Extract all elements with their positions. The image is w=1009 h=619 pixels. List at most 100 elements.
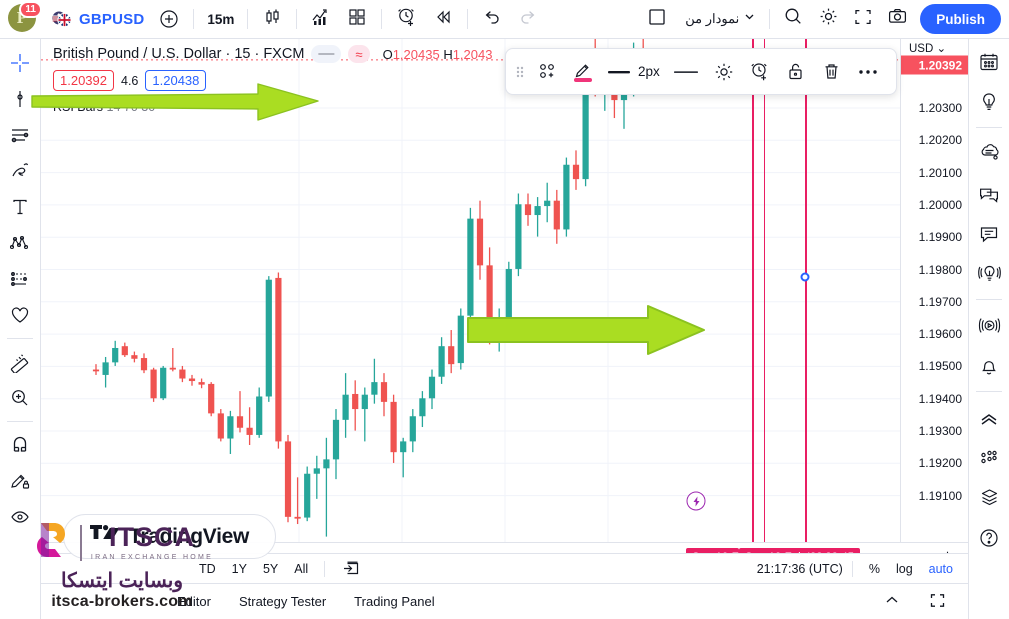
price-tick: 1.20200 xyxy=(918,133,962,148)
indicators-button[interactable] xyxy=(304,4,338,34)
lock-drawings-tool[interactable] xyxy=(4,464,37,497)
prediction-tool[interactable] xyxy=(4,262,37,295)
candle-body xyxy=(294,516,301,519)
magnet-tool[interactable] xyxy=(4,428,37,461)
undo-button[interactable] xyxy=(475,4,509,34)
vertical-line-handle[interactable] xyxy=(800,272,810,282)
symbol-search-button[interactable]: GBPUSD xyxy=(46,4,150,34)
pencil-color-icon[interactable] xyxy=(566,55,600,89)
candle-body xyxy=(361,394,368,410)
camera-icon xyxy=(887,6,908,32)
publish-label: Publish xyxy=(936,11,985,27)
notes-icon[interactable] xyxy=(973,217,1006,250)
bar-replay-button[interactable] xyxy=(426,4,460,34)
candle-body xyxy=(198,382,205,385)
price-tick: 1.19900 xyxy=(918,230,962,245)
panel-fullscreen-button[interactable] xyxy=(917,589,958,615)
scale-button-log[interactable]: log xyxy=(889,558,920,580)
cursor-crosshair-tool[interactable] xyxy=(4,46,37,79)
redo-button[interactable] xyxy=(511,4,545,34)
search-button[interactable] xyxy=(777,4,810,34)
data-window-icon[interactable] xyxy=(973,401,1006,434)
bid-price-box[interactable]: 1.20392 xyxy=(53,70,114,91)
watchlist-icon[interactable] xyxy=(973,45,1006,78)
chart-name-button[interactable]: نمودار من xyxy=(675,4,762,34)
legend-hide-icon[interactable]: — xyxy=(311,45,342,63)
settings-gear-icon[interactable] xyxy=(707,55,741,89)
pattern-tool[interactable] xyxy=(4,226,37,259)
add-alert-icon[interactable] xyxy=(743,55,777,89)
ideas-bulb-icon[interactable] xyxy=(973,85,1006,118)
candle-body xyxy=(227,416,234,439)
chart-plot[interactable] xyxy=(41,39,900,542)
layout-select-button[interactable] xyxy=(641,4,673,34)
text-tool[interactable] xyxy=(4,190,37,223)
collapse-panel-button[interactable] xyxy=(871,589,913,615)
create-alert-button[interactable] xyxy=(389,4,424,34)
alerts-bell-icon[interactable] xyxy=(973,349,1006,382)
chevron-down-icon: ⌄ xyxy=(936,43,947,55)
toolbar-divider xyxy=(193,9,195,29)
top-toolbar: P 11 GBPUSD 15m نمودار من Publish xyxy=(0,0,1009,39)
currency-text: USD xyxy=(909,43,934,55)
symbol-title[interactable]: British Pound / U.S. Dollar · 15 · FXCM xyxy=(53,46,304,62)
hotlist-icon[interactable] xyxy=(973,441,1006,474)
fullscreen-button[interactable] xyxy=(847,4,879,34)
private-chats-icon[interactable] xyxy=(973,177,1006,210)
candle-body xyxy=(476,218,484,266)
tab-strategy-tester[interactable]: Strategy Tester xyxy=(227,589,338,615)
clock-label[interactable]: 21:17:36 (UTC) xyxy=(757,562,843,576)
chart-settings-button[interactable] xyxy=(812,4,845,34)
help-icon[interactable] xyxy=(973,521,1006,554)
snapshot-button[interactable] xyxy=(881,4,914,34)
chevron-down-icon xyxy=(743,10,756,28)
range-button-1y[interactable]: 1Y xyxy=(225,558,254,580)
zoom-in-tool[interactable] xyxy=(4,381,37,414)
line-style-icon[interactable] xyxy=(667,55,705,89)
vertical-line-2[interactable] xyxy=(764,39,766,542)
chart-area[interactable]: British Pound / U.S. Dollar · 15 · FXCM … xyxy=(41,39,968,581)
stream-bulb-icon[interactable] xyxy=(973,257,1006,290)
delete-trash-icon[interactable] xyxy=(815,55,849,89)
more-options-icon[interactable] xyxy=(851,55,885,89)
notification-badge[interactable]: 11 xyxy=(19,1,42,18)
goto-date-icon[interactable] xyxy=(334,558,367,580)
range-button-5y[interactable]: 5Y xyxy=(256,558,285,580)
object-tree-icon[interactable] xyxy=(973,481,1006,514)
ask-price: 1.20438 xyxy=(152,73,200,88)
scale-button-percent[interactable]: % xyxy=(862,558,887,580)
unlock-icon[interactable] xyxy=(779,55,813,89)
alert-marker-icon[interactable] xyxy=(686,491,706,511)
vertical-line-3[interactable] xyxy=(805,39,807,542)
layout-templates-button[interactable] xyxy=(340,4,374,34)
fib-retracement-tool[interactable] xyxy=(4,118,37,151)
price-axis[interactable]: USD ⌄ 1.20392 1.20300 1.20200 1.20100 1.200… xyxy=(900,39,968,542)
legend-sync-icon[interactable]: ≈ xyxy=(348,45,370,63)
flag-gbpusd-icon xyxy=(52,9,72,29)
candle-body xyxy=(496,322,503,331)
current-price-badge[interactable]: 1.20392 xyxy=(901,55,968,75)
scale-button-auto[interactable]: auto xyxy=(922,558,960,580)
broadcast-icon[interactable] xyxy=(973,309,1006,342)
user-avatar[interactable]: P 11 xyxy=(8,1,42,34)
brush-tool[interactable] xyxy=(4,154,37,187)
floating-drawing-toolbar[interactable]: 2px xyxy=(505,48,897,95)
range-button-all[interactable]: All xyxy=(287,558,315,580)
timeframe-button[interactable]: 15m xyxy=(201,4,240,34)
drag-handle[interactable] xyxy=(512,61,528,83)
chart-style-button[interactable] xyxy=(255,4,289,34)
ask-price-box[interactable]: 1.20438 xyxy=(145,70,207,91)
currency-label[interactable]: USD ⌄ xyxy=(909,41,946,55)
add-symbol-button[interactable] xyxy=(152,4,186,34)
publish-button[interactable]: Publish xyxy=(920,4,1001,34)
indicator-legend[interactable]: RSI Bars 14 70 30 xyxy=(53,100,492,114)
chat-cloud-icon[interactable] xyxy=(973,137,1006,170)
templates-icon[interactable] xyxy=(530,55,564,89)
candle-body xyxy=(467,218,474,316)
emoji-tool[interactable] xyxy=(4,298,37,331)
tab-trading-panel[interactable]: Trading Panel xyxy=(342,589,446,615)
measure-tool[interactable] xyxy=(4,345,37,378)
line-width-button[interactable]: 2px xyxy=(602,55,665,89)
vertical-line-1[interactable] xyxy=(752,39,754,542)
trend-line-tool[interactable] xyxy=(4,82,37,115)
